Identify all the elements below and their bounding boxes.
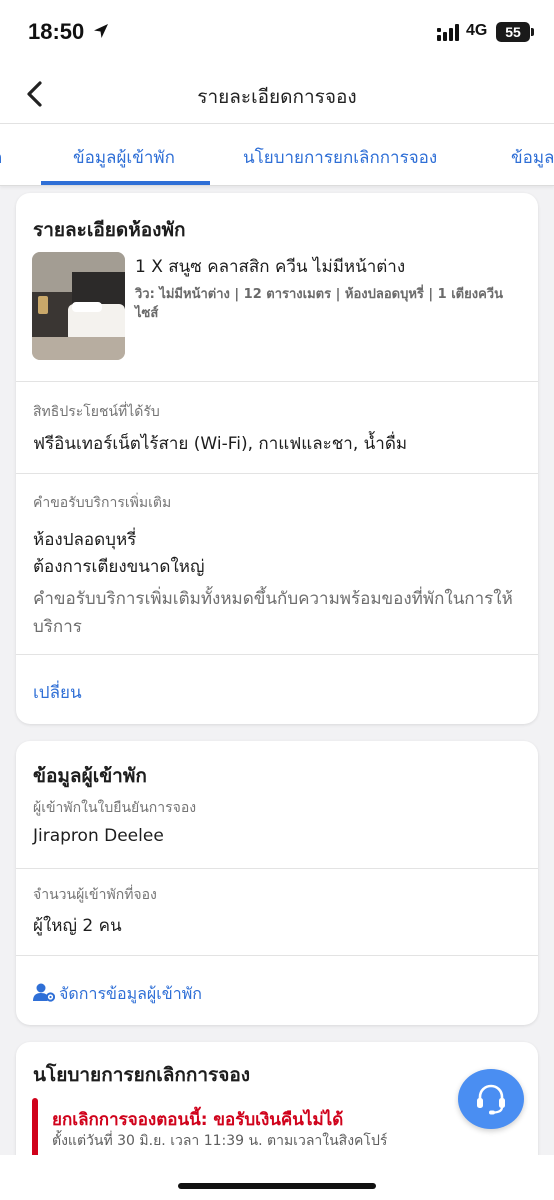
request-item: ต้องการเตียงขนาดใหญ่ [33,557,205,577]
manage-guests-link[interactable]: จัดการข้อมูลผู้เข้าพัก [59,982,202,1007]
battery-icon: 55 [496,22,530,42]
nav-header: รายละเอียดการจอง [0,62,554,124]
room-description: วิว: ไม่มีหน้าต่าง | 12 ตารางเมตร | ห้อง… [135,287,503,321]
divider [16,868,538,869]
change-request-link[interactable]: เปลี่ยน [33,679,82,706]
room-name: 1 X สนูซ คลาสสิก ควีน ไม่มีหน้าต่าง [135,257,406,277]
location-arrow-icon [94,24,108,38]
request-item: ห้องปลอดบุหรี่ [33,530,137,550]
page-title: รายละเอียดการจอง [197,86,357,108]
guest-count: ผู้ใหญ่ 2 คน [33,916,122,936]
headset-icon [477,1084,505,1115]
active-tab-indicator [41,181,210,185]
guest-name: Jirapron Deelee [33,826,164,846]
policy-card-title: นโยบายการยกเลิกการจอง [33,1064,251,1086]
policy-since: ตั้งแต่วันที่ 30 มิ.ย. เวลา 11:39 น. ตาม… [52,1133,388,1149]
tab-guest-info[interactable]: ข้อมูลผู้เข้าพัก [73,144,175,171]
home-indicator [178,1183,376,1189]
battery-cap [531,28,534,36]
guest-card-title: ข้อมูลผู้เข้าพัก [33,765,147,787]
guest-info-card: ข้อมูลผู้เข้าพัก ผู้เข้าพักในใบยืนยันการ… [16,741,538,1025]
divider [16,381,538,382]
signal-icon [437,24,459,41]
status-time: 18:50 [28,19,85,44]
divider [16,473,538,474]
policy-status: ยกเลิกการจองตอนนี้: ขอรับเงินคืนไม่ได้ [52,1110,344,1130]
requests-note: คำขอรับบริการเพิ่มเติมทั้งหมดขึ้นกับความ… [33,589,513,637]
requests-label: คำขอรับบริการเพิ่มเติม [33,495,172,511]
bottom-safe-area [0,1155,554,1200]
tab-cancellation-policy[interactable]: นโยบายการยกเลิกการจอง [243,144,437,171]
room-photo [32,252,125,360]
tab-previous[interactable]: ก [0,144,2,171]
person-gear-icon [33,983,55,1002]
benefits-label: สิทธิประโยชน์ที่ได้รับ [33,404,160,420]
guest-count-label: จำนวนผู้เข้าพักที่จอง [33,887,157,903]
room-details-card: รายละเอียดห้องพัก 1 X สนูซ คลาสสิก ควีน … [16,193,538,724]
divider [16,955,538,956]
tab-more-info[interactable]: ข้อมูล [511,144,554,171]
divider [16,654,538,655]
network-type: 4G [466,22,488,39]
support-button[interactable] [458,1069,524,1129]
status-bar: 18:50 4G 55 [0,0,554,62]
guest-name-label: ผู้เข้าพักในใบยืนยันการจอง [33,800,197,816]
tab-bar: ก ข้อมูลผู้เข้าพัก นโยบายการยกเลิกการจอง… [0,124,554,186]
room-card-title: รายละเอียดห้องพัก [33,219,186,241]
benefits-value: ฟรีอินเทอร์เน็ตไร้สาย (Wi-Fi), กาแฟและชา… [33,434,408,454]
